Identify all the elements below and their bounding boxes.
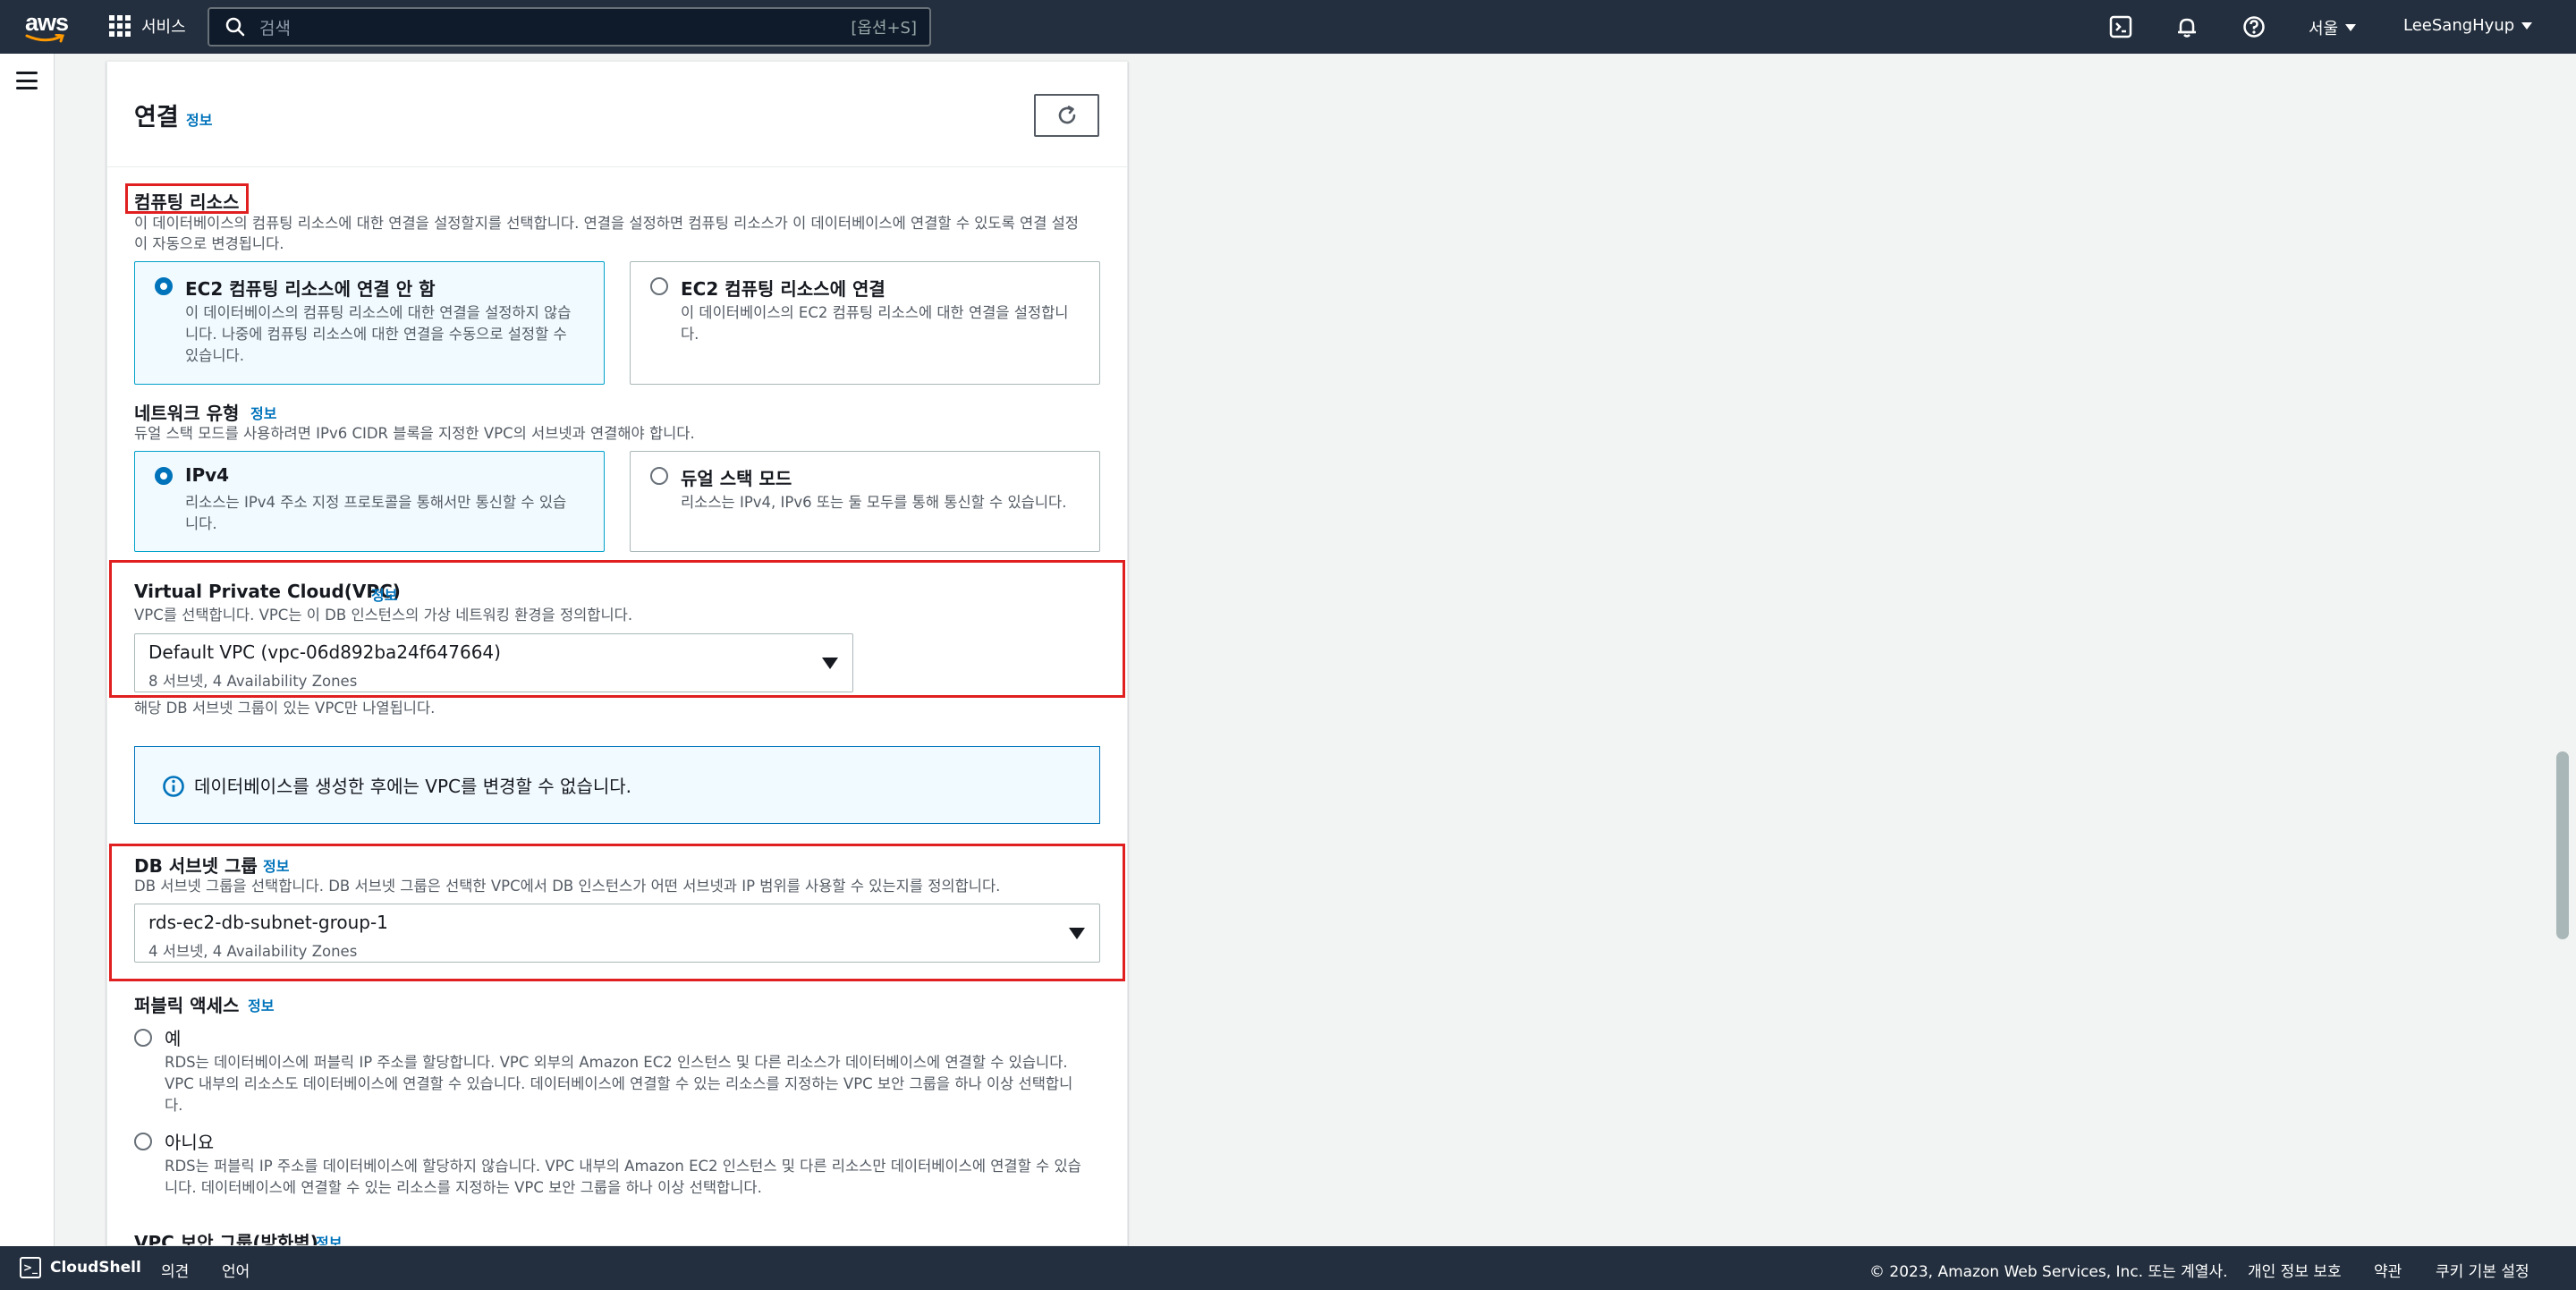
- public-access-no[interactable]: 아니요: [134, 1128, 214, 1154]
- smile-icon: [25, 34, 64, 43]
- refresh-button[interactable]: [1034, 94, 1099, 137]
- info-link[interactable]: 정보: [186, 108, 212, 130]
- option-title: 듀얼 스택 모드: [681, 468, 792, 489]
- privacy-link[interactable]: 개인 정보 보호: [2248, 1259, 2342, 1281]
- info-link[interactable]: 정보: [263, 854, 289, 876]
- vpc-label: Virtual Private Cloud(VPC): [134, 581, 401, 602]
- radio-unselected[interactable]: [134, 1028, 152, 1047]
- radio-selected[interactable]: [155, 467, 173, 485]
- vpc-select[interactable]: Default VPC (vpc-06d892ba24f647664) 8 서브…: [134, 633, 853, 692]
- network-type-label: 네트워크 유형: [134, 403, 240, 424]
- network-type-desc: 듀얼 스택 모드를 사용하려면 IPv6 CIDR 블록을 지정한 VPC의 서…: [134, 425, 695, 442]
- option-title: IPv4: [185, 464, 230, 486]
- radio-unselected[interactable]: [650, 277, 668, 295]
- region-label: 서울: [2309, 20, 2339, 38]
- info-alert: 데이터베이스를 생성한 후에는 VPC를 변경할 수 없습니다.: [134, 746, 1100, 824]
- option-ec2-connect[interactable]: EC2 컴퓨팅 리소스에 연결 이 데이터베이스의 EC2 컴퓨팅 리소스에 대…: [630, 261, 1100, 385]
- panel-title: 연결: [134, 104, 179, 132]
- info-icon: [163, 776, 184, 797]
- panel-header: 연결 정보: [107, 62, 1127, 167]
- page-scrollbar[interactable]: [2551, 54, 2576, 1246]
- cookie-preferences-link[interactable]: 쿠키 기본 설정: [2436, 1259, 2529, 1281]
- select-value: rds-ec2-db-subnet-group-1: [148, 912, 388, 933]
- services-label: 서비스: [141, 18, 186, 37]
- top-navigation: aws 서비스 검색 [옵션+S] 서울 LeeSangHyup: [0, 0, 2576, 54]
- option-desc: 리소스는 IPv4 주소 지정 프로토콜을 통해서만 통신할 수 있습니다.: [185, 494, 567, 532]
- side-nav-rail: [0, 54, 55, 1246]
- help-icon[interactable]: [2241, 13, 2267, 40]
- dropdown-arrow-icon: [1069, 928, 1085, 939]
- option-title: EC2 컴퓨팅 리소스에 연결: [681, 278, 886, 300]
- radio-selected[interactable]: [155, 277, 173, 295]
- public-access-label: 퍼블릭 액세스: [134, 995, 240, 1016]
- radio-label: 아니요: [165, 1132, 215, 1153]
- footer: >_ CloudShell 의견 언어 © 2023, Amazon Web S…: [0, 1246, 2576, 1290]
- grid-icon: [109, 15, 131, 37]
- db-subnet-group-label: DB 서브넷 그룹: [134, 855, 258, 877]
- search-icon: [225, 17, 245, 37]
- vpc-hint: 해당 DB 서브넷 그룹이 있는 VPC만 나열됩니다.: [134, 700, 436, 717]
- option-desc: 리소스는 IPv4, IPv6 또는 둘 모두를 통해 통신할 수 있습니다.: [681, 494, 1067, 511]
- compute-resource-label: 컴퓨팅 리소스: [134, 191, 240, 213]
- info-link[interactable]: 정보: [248, 994, 274, 1015]
- terminal-icon: >_: [20, 1257, 41, 1278]
- option-no-ec2-connect[interactable]: EC2 컴퓨팅 리소스에 연결 안 함 이 데이터베이스의 컴퓨팅 리소스에 대…: [134, 261, 605, 385]
- caret-down-icon: [2521, 21, 2533, 30]
- language-link[interactable]: 언어: [222, 1259, 250, 1281]
- services-menu[interactable]: 서비스: [109, 14, 186, 38]
- feedback-link[interactable]: 의견: [161, 1259, 189, 1281]
- cloudshell-button[interactable]: >_ CloudShell: [20, 1257, 141, 1278]
- option-ipv4[interactable]: IPv4 리소스는 IPv4 주소 지정 프로토콜을 통해서만 통신할 수 있습…: [134, 451, 605, 552]
- select-subtext: 8 서브넷, 4 Availability Zones: [148, 673, 358, 690]
- caret-down-icon: [2345, 24, 2357, 31]
- option-title: EC2 컴퓨팅 리소스에 연결 안 함: [185, 278, 436, 300]
- option-dual-stack[interactable]: 듀얼 스택 모드 리소스는 IPv4, IPv6 또는 둘 모두를 통해 통신할…: [630, 451, 1100, 552]
- dropdown-arrow-icon: [822, 658, 838, 669]
- cloudshell-icon[interactable]: [2107, 13, 2134, 40]
- search-input[interactable]: 검색 [옵션+S]: [208, 7, 931, 47]
- radio-selected[interactable]: [134, 1132, 152, 1150]
- search-placeholder: 검색: [259, 18, 291, 38]
- search-shortcut: [옵션+S]: [851, 19, 917, 38]
- db-subnet-group-select[interactable]: rds-ec2-db-subnet-group-1 4 서브넷, 4 Avail…: [134, 904, 1100, 963]
- public-access-yes[interactable]: 예: [134, 1024, 181, 1050]
- account-name: LeeSangHyup: [2403, 16, 2515, 35]
- public-no-desc-2: 니다. 데이터베이스에 연결할 수 있는 리소스를 지정하는 VPC 보안 그룹…: [165, 1179, 762, 1196]
- info-link[interactable]: 정보: [250, 402, 276, 423]
- connectivity-panel: 연결 정보 컴퓨팅 리소스 이 데이터베이스의 컴퓨팅 리소스에 대한 연결을 …: [106, 61, 1128, 1246]
- aws-logo[interactable]: aws: [23, 9, 72, 45]
- menu-icon[interactable]: [16, 72, 38, 89]
- public-yes-desc-3: 다.: [165, 1097, 183, 1114]
- public-yes-desc-2: VPC 내부의 리소스도 데이터베이스에 연결할 수 있습니다. 데이터베이스에…: [165, 1075, 1073, 1092]
- radio-unselected[interactable]: [650, 467, 668, 485]
- terms-link[interactable]: 약관: [2374, 1259, 2402, 1281]
- db-subnet-group-desc: DB 서브넷 그룹을 선택합니다. DB 서브넷 그룹은 선택한 VPC에서 D…: [134, 878, 1001, 895]
- option-desc: 이 데이터베이스의 EC2 컴퓨팅 리소스에 대한 연결을 설정합니다.: [681, 304, 1069, 343]
- select-value: Default VPC (vpc-06d892ba24f647664): [148, 641, 501, 663]
- region-selector[interactable]: 서울: [2309, 16, 2357, 39]
- bell-icon[interactable]: [2174, 13, 2200, 40]
- compute-resource-desc-2: 이 자동으로 변경됩니다.: [134, 235, 284, 252]
- option-desc: 이 데이터베이스의 컴퓨팅 리소스에 대한 연결을 설정하지 않습니다. 나중에…: [185, 304, 572, 364]
- vpc-desc: VPC를 선택합니다. VPC는 이 DB 인스턴스의 가상 네트워킹 환경을 …: [134, 607, 633, 624]
- page-scrollbar-thumb[interactable]: [2556, 751, 2569, 939]
- alert-text: 데이터베이스를 생성한 후에는 VPC를 변경할 수 없습니다.: [194, 776, 632, 797]
- public-no-desc-1: RDS는 퍼블릭 IP 주소를 데이터베이스에 할당하지 않습니다. VPC 내…: [165, 1158, 1081, 1175]
- cloudshell-label: CloudShell: [50, 1259, 141, 1277]
- public-yes-desc-1: RDS는 데이터베이스에 퍼블릭 IP 주소를 할당합니다. VPC 외부의 A…: [165, 1054, 1068, 1071]
- vpc-security-group-label: VPC 보안 그룹(방화벽): [134, 1232, 318, 1246]
- info-link[interactable]: 정보: [316, 1231, 342, 1245]
- refresh-icon: [1058, 106, 1075, 124]
- info-link[interactable]: 정보: [371, 583, 397, 605]
- aws-logo-text: aws: [25, 9, 69, 36]
- compute-resource-desc-1: 이 데이터베이스의 컴퓨팅 리소스에 대한 연결을 설정할지를 선택합니다. 연…: [134, 215, 1079, 232]
- radio-label: 예: [165, 1028, 182, 1049]
- select-subtext: 4 서브넷, 4 Availability Zones: [148, 943, 358, 960]
- account-menu[interactable]: LeeSangHyup: [2403, 16, 2533, 35]
- copyright-text: © 2023, Amazon Web Services, Inc. 또는 계열사…: [1869, 1263, 2228, 1281]
